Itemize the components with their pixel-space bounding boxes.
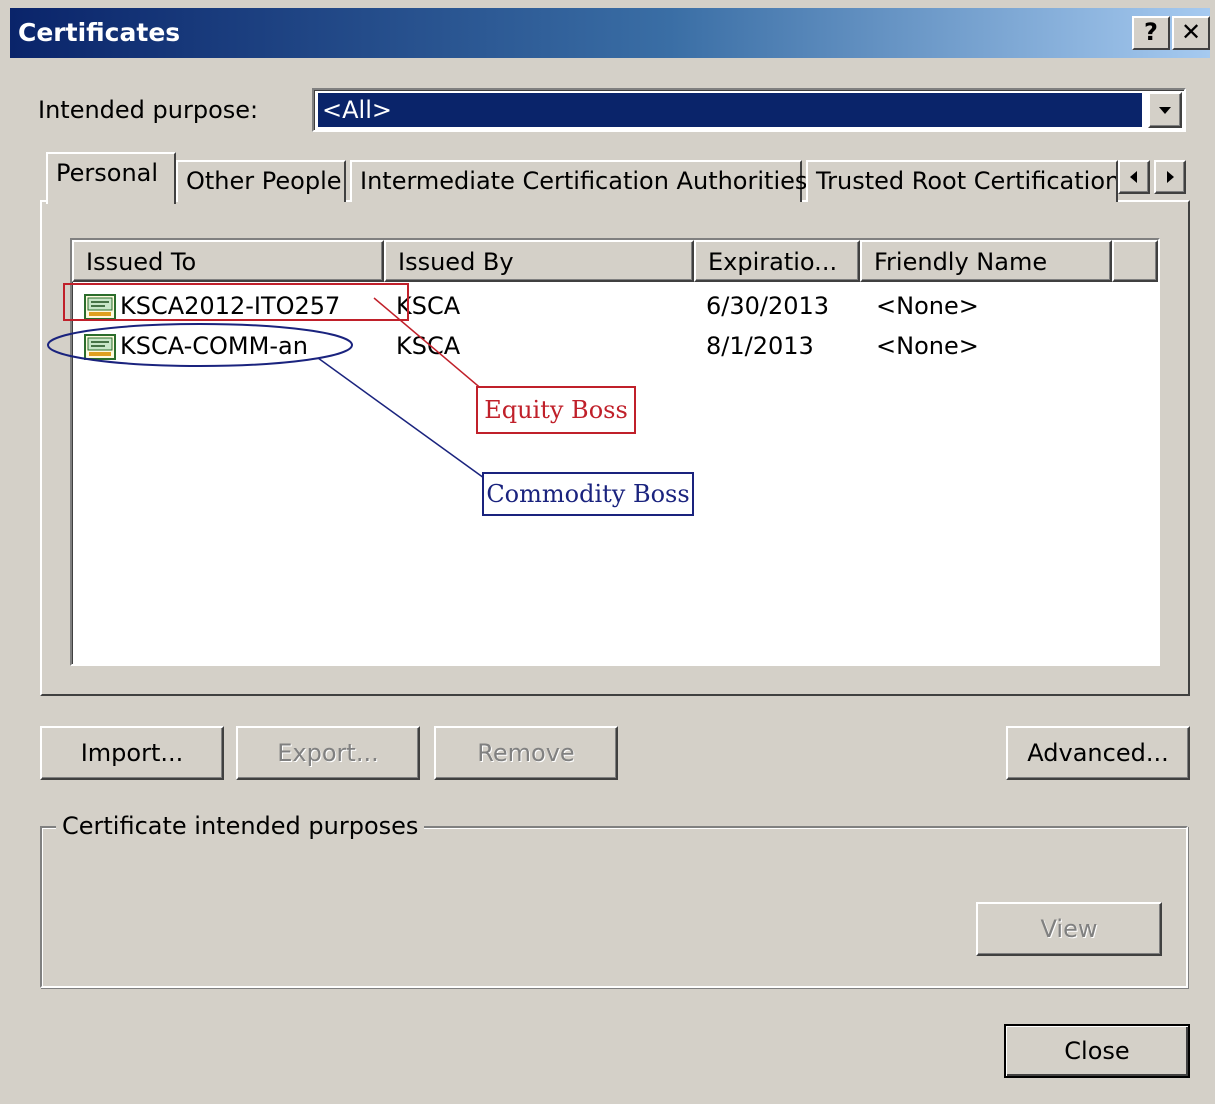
equity-boss-label: Equity Boss xyxy=(484,396,628,424)
view-button-label: View xyxy=(1040,915,1098,943)
scroll-right-icon xyxy=(1167,171,1174,183)
commodity-boss-annotation: Commodity Boss xyxy=(482,472,694,516)
remove-button-label: Remove xyxy=(477,739,575,767)
remove-button[interactable]: Remove xyxy=(434,726,618,780)
import-button-label: Import... xyxy=(80,739,184,767)
close-button-label: Close xyxy=(1064,1037,1130,1065)
advanced-button[interactable]: Advanced... xyxy=(1006,726,1190,780)
equity-callout-line xyxy=(373,297,491,397)
commodity-highlight-ellipse xyxy=(47,323,353,367)
tab-scroll-right-button[interactable] xyxy=(1154,160,1186,194)
equity-highlight-rect xyxy=(63,283,409,321)
import-button[interactable]: Import... xyxy=(40,726,224,780)
scroll-left-icon xyxy=(1130,171,1137,183)
tab-personal[interactable]: Personal xyxy=(46,152,176,204)
commodity-callout-line xyxy=(317,357,485,479)
certificate-purposes-label: Certificate intended purposes xyxy=(56,812,425,840)
equity-boss-annotation: Equity Boss xyxy=(476,386,636,434)
view-button[interactable]: View xyxy=(976,902,1162,956)
tab-scroll-left-button[interactable] xyxy=(1118,160,1150,194)
advanced-button-label: Advanced... xyxy=(1027,739,1169,767)
export-button[interactable]: Export... xyxy=(236,726,420,780)
close-button[interactable]: Close xyxy=(1004,1024,1190,1078)
export-button-label: Export... xyxy=(277,739,379,767)
tab-label: Personal xyxy=(56,159,159,187)
commodity-boss-label: Commodity Boss xyxy=(486,480,690,508)
